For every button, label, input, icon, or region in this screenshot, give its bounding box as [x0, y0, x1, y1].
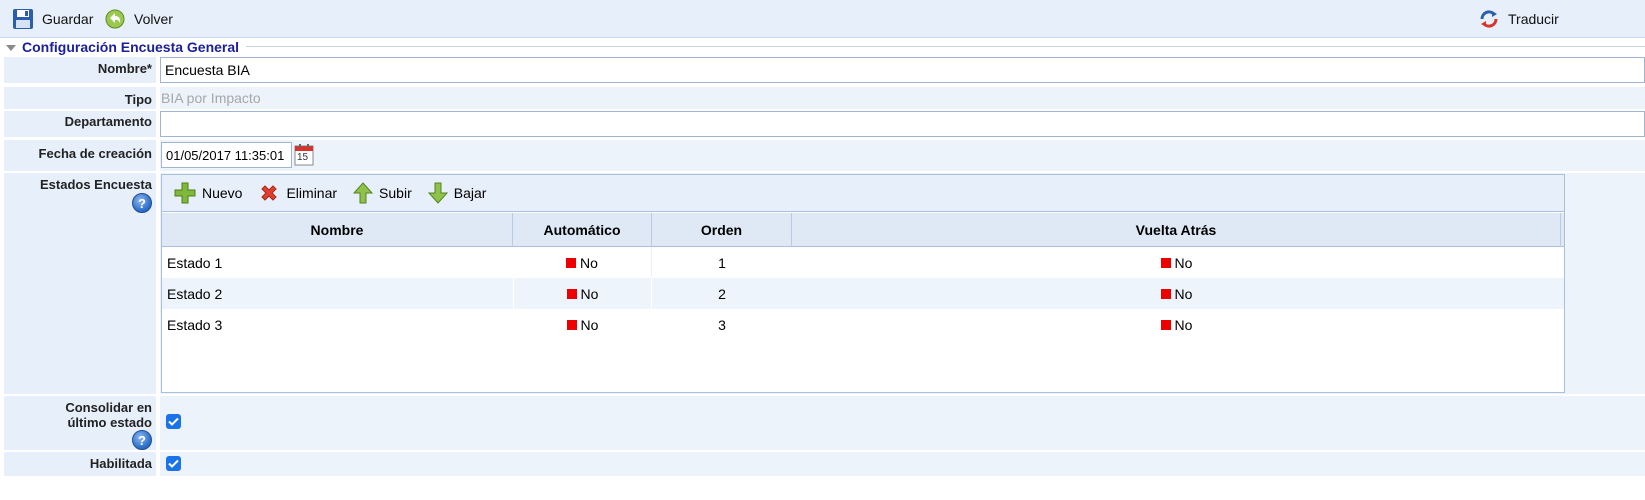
cell-vuelta-text: No [1174, 285, 1193, 302]
checkmark-icon [168, 459, 179, 468]
flag-no-icon [566, 257, 577, 268]
table-row[interactable]: Estado 2 No 2 No [162, 278, 1564, 309]
habilitada-row [160, 452, 1645, 476]
cell-nombre: Estado 1 [167, 254, 223, 271]
x-icon [261, 185, 278, 201]
column-header-automatico[interactable]: Automático [513, 213, 652, 247]
section-divider [246, 46, 1645, 47]
section-legend: Configuración Encuesta General [22, 39, 240, 55]
main-toolbar: Guardar Volver Traducir [0, 0, 1645, 38]
cell-automatico-text: No [580, 285, 599, 302]
delete-label: Eliminar [286, 185, 338, 201]
calendar-icon[interactable]: 15 [294, 144, 314, 166]
column-header-nombre[interactable]: Nombre [162, 213, 513, 247]
flag-no-icon [566, 288, 577, 299]
floppy-disk-icon [13, 9, 33, 29]
translate-label: Traducir [1508, 11, 1559, 27]
habilitada-label: Habilitada [4, 452, 156, 476]
cell-nombre: Estado 3 [167, 316, 223, 333]
cell-orden: 2 [718, 285, 726, 302]
save-button[interactable]: Guardar [12, 8, 93, 30]
nombre-label: Nombre* [4, 57, 156, 83]
departamento-row [160, 111, 1645, 137]
consolidar-label: Consolidar en último estado [65, 400, 152, 430]
cell-vuelta-atras: No [792, 278, 1561, 309]
back-label: Volver [134, 11, 173, 27]
estados-grid: Nuevo Eliminar Subir Bajar Nombre Automá… [161, 174, 1565, 393]
cell-automatico-text: No [580, 316, 599, 333]
cell-orden: 1 [718, 254, 726, 271]
help-icon[interactable]: ? [132, 193, 152, 213]
back-arrow-icon [105, 9, 125, 29]
section-header[interactable]: Configuración Encuesta General [0, 38, 239, 56]
fecha-label: Fecha de creación [4, 140, 156, 171]
delete-button[interactable]: Eliminar [258, 182, 337, 204]
save-label: Guardar [42, 11, 94, 27]
grid-header: Nombre Automático Orden Vuelta Atrás [162, 213, 1564, 247]
grid-toolbar: Nuevo Eliminar Subir Bajar [162, 175, 1564, 212]
cell-automatico: No [513, 278, 652, 309]
flag-no-icon [1160, 319, 1171, 330]
new-label: Nuevo [202, 185, 243, 201]
cell-automatico-text: No [580, 254, 598, 271]
down-button[interactable]: Bajar [427, 182, 487, 204]
table-row[interactable]: Estado 3 No 3 No [162, 309, 1564, 340]
cell-vuelta-text: No [1174, 254, 1193, 271]
habilitada-checkbox[interactable] [166, 456, 181, 471]
cell-vuelta-atras: No [792, 247, 1561, 278]
help-icon[interactable]: ? [132, 430, 152, 450]
consolidar-label-cell: Consolidar en último estado ? [4, 396, 156, 450]
estados-label: Estados Encuesta [40, 177, 152, 192]
up-button[interactable]: Subir [353, 182, 412, 204]
cell-vuelta-text: No [1174, 316, 1193, 333]
cell-orden: 3 [718, 316, 726, 333]
down-label: Bajar [453, 185, 487, 201]
fecha-row: 01/05/2017 11:35:01 15 [160, 140, 1645, 171]
cell-automatico: No [513, 309, 652, 340]
flag-no-icon [1160, 257, 1171, 268]
cell-automatico: No [513, 247, 652, 278]
consolidar-row [160, 396, 1645, 450]
calendar-day: 15 [297, 152, 309, 163]
estados-label-cell: Estados Encuesta ? [4, 173, 156, 394]
back-button[interactable]: Volver [104, 8, 173, 30]
departamento-label: Departamento [4, 111, 156, 137]
consolidar-checkbox[interactable] [166, 414, 181, 429]
collapse-triangle-icon[interactable] [6, 45, 16, 51]
column-header-orden[interactable]: Orden [652, 213, 792, 247]
tipo-label: Tipo [4, 87, 156, 109]
column-header-vuelta-atras[interactable]: Vuelta Atrás [792, 213, 1561, 247]
cell-vuelta-atras: No [792, 309, 1561, 340]
departamento-input[interactable] [160, 111, 1645, 137]
tipo-value: BIA por Impacto [161, 90, 261, 106]
cell-nombre: Estado 2 [167, 285, 223, 302]
flag-no-icon [1160, 288, 1171, 299]
checkmark-icon [168, 417, 179, 426]
arrow-down-icon [427, 182, 448, 204]
plus-icon [174, 182, 196, 204]
table-row[interactable]: Estado 1 No 1 No [162, 247, 1564, 278]
arrow-up-icon [353, 182, 374, 204]
refresh-icon [1480, 10, 1498, 28]
fecha-input[interactable]: 01/05/2017 11:35:01 [161, 142, 292, 168]
up-label: Subir [379, 185, 412, 201]
tipo-row: BIA por Impacto [160, 87, 1645, 109]
nombre-input[interactable]: Encuesta BIA [160, 57, 1645, 83]
translate-button[interactable]: Traducir [1478, 8, 1559, 30]
new-button[interactable]: Nuevo [174, 182, 242, 204]
flag-no-icon [566, 319, 577, 330]
nombre-row: Encuesta BIA [160, 57, 1645, 83]
